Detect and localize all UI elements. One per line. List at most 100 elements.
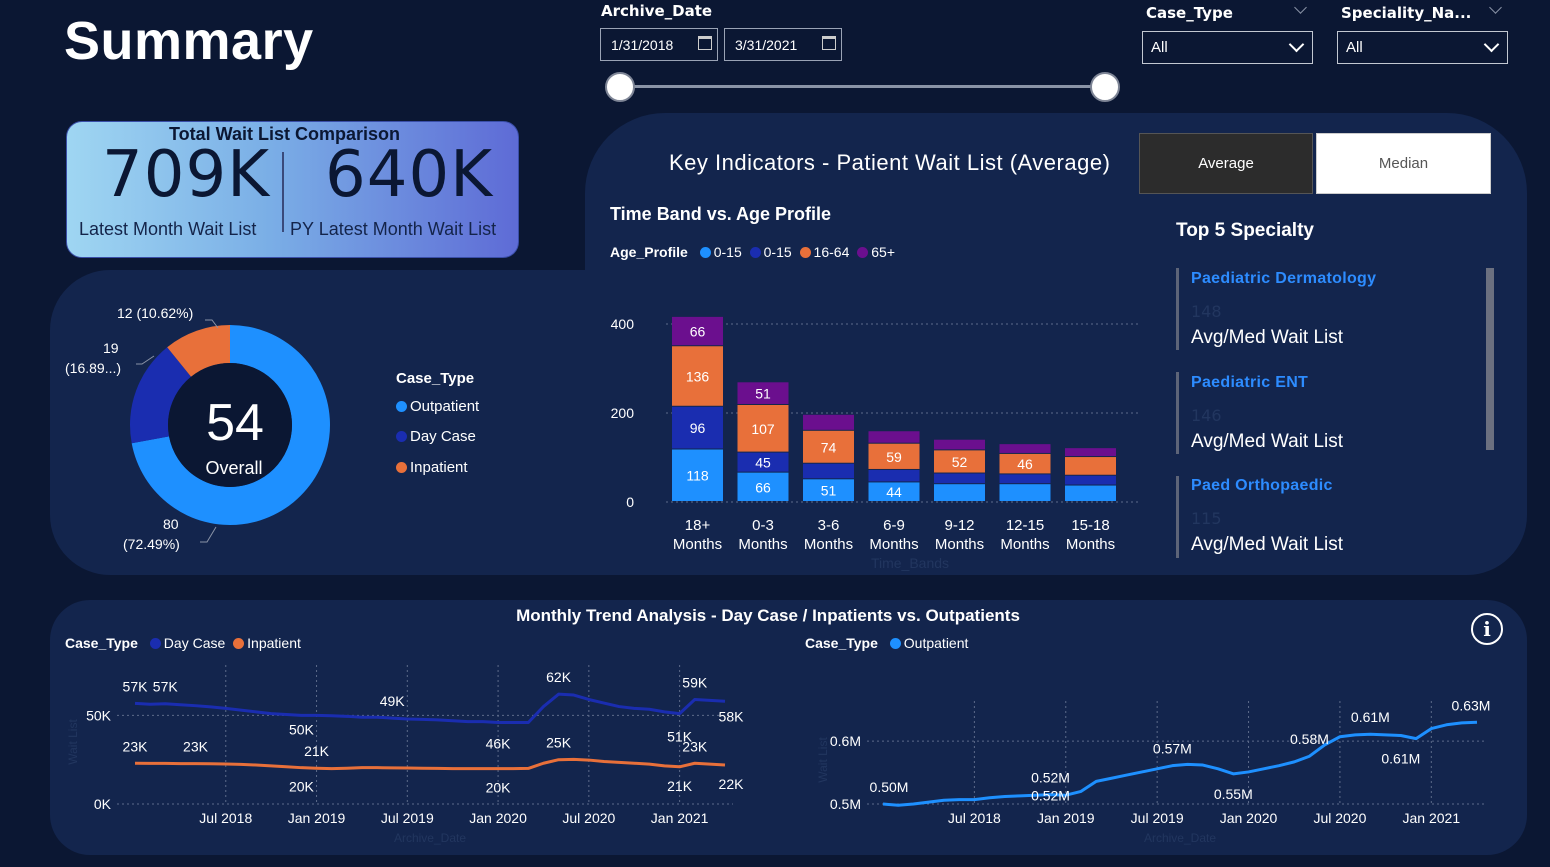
chevron-down-icon xyxy=(1483,36,1500,53)
legend-item-daycase[interactable]: Day Case xyxy=(396,428,476,445)
top5-item-name[interactable]: Paediatric ENT xyxy=(1191,374,1308,392)
legend-label: 16-64 xyxy=(813,244,850,260)
legend-item[interactable]: 65+ xyxy=(857,244,895,260)
legend-item[interactable]: Inpatient xyxy=(233,635,301,651)
daycase-inpatient-line-chart: 0K 50K Jul 2018 Jan 2019 Jul 2019 Jan 2020 Jul… xyxy=(66,665,745,845)
x-tick-label: Jan 2019 xyxy=(288,810,346,826)
bar-segment[interactable] xyxy=(999,474,1051,484)
chevron-down-icon[interactable] xyxy=(1489,1,1502,14)
bar-data-label: 107 xyxy=(751,421,775,437)
top5-item-name[interactable]: Paediatric Dermatology xyxy=(1191,270,1376,288)
outpatient-data-pct: (72.49%) xyxy=(123,536,180,552)
outpatient-line-chart: 0.5M 0.6M Jul 2018 Jan 2019 Jul 2019 Jan 2020… xyxy=(816,697,1490,845)
average-toggle-button[interactable]: Average xyxy=(1139,133,1313,194)
line-data-label: 50K xyxy=(289,721,315,737)
legend-dot xyxy=(799,247,811,258)
case-type-dropdown[interactable]: All xyxy=(1142,31,1313,64)
bar-data-label: 52 xyxy=(952,454,968,470)
median-toggle-button[interactable]: Median xyxy=(1316,133,1491,194)
leader-line xyxy=(200,526,217,543)
latest-month-label: Latest Month Wait List xyxy=(79,219,257,239)
calendar-icon[interactable] xyxy=(822,36,836,50)
trend-right-legend: Case_Type Outpatient xyxy=(805,635,968,651)
x-tick-label: 12-15 xyxy=(1006,517,1044,534)
chevron-down-icon[interactable] xyxy=(1294,1,1307,14)
top5-scrollbar[interactable] xyxy=(1486,268,1494,450)
line-data-label: 58K xyxy=(719,708,745,724)
legend-item[interactable]: 16-64 xyxy=(799,244,850,260)
slider-end-handle[interactable] xyxy=(1090,72,1120,102)
line-data-label: 25K xyxy=(546,735,572,751)
legend-item[interactable]: 0-15 xyxy=(699,244,742,260)
legend-dot xyxy=(396,401,407,412)
bar-segment[interactable] xyxy=(934,484,985,501)
top5-item-name[interactable]: Paed Orthopaedic xyxy=(1191,477,1333,495)
bar-segment[interactable] xyxy=(1065,457,1116,475)
line-data-label: 0.61M xyxy=(1381,750,1420,766)
x-tick-label: 0-3 xyxy=(752,517,774,534)
legend-item[interactable]: 0-15 xyxy=(749,244,792,260)
series-line-day-case[interactable] xyxy=(134,692,726,725)
date-start-input[interactable]: 1/31/2018 xyxy=(600,28,718,61)
y-tick-label: 400 xyxy=(611,316,635,332)
py-latest-month-label: PY Latest Month Wait List xyxy=(290,219,497,239)
slider-start-handle[interactable] xyxy=(605,72,635,102)
legend-item-outpatient[interactable]: Outpatient xyxy=(396,398,479,415)
donut-legend-title: Case_Type xyxy=(396,370,475,387)
legend-label: Inpatient xyxy=(247,635,301,651)
x-tick-label: Jul 2018 xyxy=(199,810,252,826)
date-end-value: 3/31/2021 xyxy=(735,36,798,53)
bar-segment[interactable] xyxy=(999,444,1051,453)
legend-item[interactable]: Outpatient xyxy=(889,635,968,651)
line-data-label: 21K xyxy=(667,778,693,794)
kpi-card: Total Wait List Comparison 709K 640K Lat… xyxy=(66,121,519,258)
bar-segment[interactable] xyxy=(1065,485,1116,501)
top5-item-value: 115 xyxy=(1191,509,1222,528)
x-tick-label: Months xyxy=(1000,536,1049,553)
x-tick-label: Jan 2020 xyxy=(469,810,527,826)
line-data-label: 46K xyxy=(486,736,512,752)
x-tick-label: 15-18 xyxy=(1071,517,1109,534)
line-data-label: 57K xyxy=(123,678,149,694)
bar-data-label: 51 xyxy=(755,386,771,402)
x-tick-label: Months xyxy=(869,536,918,553)
bar-data-label: 44 xyxy=(886,484,902,500)
legend-dot xyxy=(749,247,761,258)
x-tick-label: Jul 2019 xyxy=(381,810,434,826)
calendar-icon[interactable] xyxy=(698,36,712,50)
line-data-label: 23K xyxy=(183,739,209,755)
line-data-label: 20K xyxy=(486,780,512,796)
x-tick-label: 9-12 xyxy=(944,517,974,534)
y-tick-label: 0 xyxy=(626,494,634,510)
info-icon[interactable]: i xyxy=(1471,613,1503,645)
bar-segment[interactable] xyxy=(999,484,1051,501)
legend-dot xyxy=(396,462,407,473)
bar-segment[interactable] xyxy=(803,463,854,479)
bar-segment[interactable] xyxy=(934,473,985,484)
bar-legend-title: Age_Profile xyxy=(610,244,688,260)
bar-segment[interactable] xyxy=(868,431,920,443)
donut-center-value: 54 xyxy=(206,394,264,452)
x-tick-label: Months xyxy=(1066,536,1115,553)
bar-segment[interactable] xyxy=(934,439,985,450)
x-tick-label: 6-9 xyxy=(883,517,905,534)
series-line-inpatient[interactable] xyxy=(134,757,726,771)
top5-item-value: 148 xyxy=(1191,302,1222,321)
top5-item-bar xyxy=(1176,268,1179,350)
bar-segment[interactable] xyxy=(1065,448,1116,457)
bar-segment[interactable] xyxy=(803,414,854,430)
speciality-dropdown[interactable]: All xyxy=(1337,31,1508,64)
legend-label: 65+ xyxy=(871,244,895,260)
date-end-input[interactable]: 3/31/2021 xyxy=(724,28,842,61)
x-axis-title: Archive_Date xyxy=(394,831,466,845)
y-tick-label: 50K xyxy=(86,707,112,723)
x-tick-label: Jan 2021 xyxy=(651,810,709,826)
bar-segment[interactable] xyxy=(868,469,920,482)
legend-item[interactable]: Day Case xyxy=(149,635,225,651)
line-data-label: 0.61M xyxy=(1351,709,1390,725)
py-latest-month-value: 640K xyxy=(325,138,494,212)
top5-title: Top 5 Specialty xyxy=(1176,220,1314,241)
bar-segment[interactable] xyxy=(1065,475,1116,485)
legend-item-inpatient[interactable]: Inpatient xyxy=(396,459,468,476)
date-range-slider[interactable] xyxy=(620,85,1106,88)
